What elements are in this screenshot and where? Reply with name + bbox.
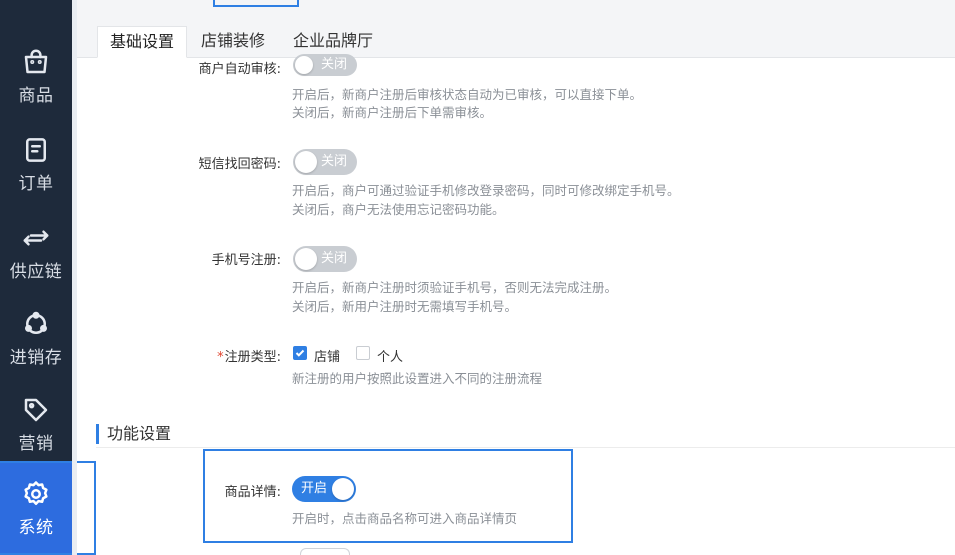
- toggle-knob: [295, 56, 313, 74]
- auto-review-help-off: 关闭后，新商户注册后下单需审核。: [292, 105, 493, 120]
- register-type-text: 注册类型:: [224, 350, 281, 365]
- shopping-bag-icon: [24, 49, 48, 73]
- phone-register-label: 手机号注册:: [211, 253, 281, 268]
- section-divider: [96, 447, 955, 448]
- sidebar-item-label: 订单: [18, 173, 54, 194]
- product-detail-help: 开启时，点击商品名称可进入商品详情页: [292, 511, 518, 526]
- register-type-label: *注册类型:: [81, 346, 281, 365]
- auto-review-toggle[interactable]: 关闭: [293, 54, 357, 76]
- next-toggle-partial[interactable]: [300, 548, 350, 555]
- network-nodes-icon: [24, 311, 48, 334]
- auto-review-label: 商户自动审核:: [198, 62, 281, 77]
- tab-basic-settings[interactable]: 基础设置: [97, 26, 188, 58]
- product-detail-toggle[interactable]: 开启: [292, 476, 356, 502]
- phone-register-help-on: 开启后，新商户注册时须验证手机号，否则无法完成注册。: [292, 280, 618, 295]
- auto-review-help-on: 开启后，新商户注册后审核状态自动为已审核，可以直接下单。: [292, 87, 643, 102]
- top-highlight-box: [213, 0, 299, 7]
- tab-bar: 基础设置 店铺装修 企业品牌厅: [77, 10, 955, 58]
- tab-store-decoration[interactable]: 店铺装修: [189, 26, 277, 58]
- phone-register-help-off: 关闭后，新用户注册时无需填写手机号。: [292, 299, 518, 314]
- toggle-knob: [332, 478, 354, 500]
- toggle-text: 关闭: [321, 154, 348, 169]
- register-type-help: 新注册的用户按照此设置进入不同的注册流程: [292, 371, 543, 386]
- sidebar-item-label: 商品: [18, 85, 54, 106]
- toggle-text: 关闭: [321, 57, 348, 72]
- sms-recover-help-off: 关闭后，商户无法使用忘记密码功能。: [292, 202, 505, 217]
- store-checkbox-label[interactable]: 店铺: [314, 346, 340, 365]
- swap-arrows-icon: [23, 230, 49, 245]
- sms-recover-help-on: 开启后，商户可通过验证手机修改登录密码，同时可修改绑定手机号。: [292, 183, 680, 198]
- sidebar-item-label: 系统: [18, 518, 54, 538]
- store-checkbox[interactable]: [293, 346, 307, 360]
- sidebar-item-inventory[interactable]: 进销存: [0, 298, 72, 378]
- personal-checkbox-label[interactable]: 个人: [377, 346, 403, 365]
- sidebar-item-system[interactable]: 系统: [0, 462, 72, 555]
- sms-recover-toggle[interactable]: 关闭: [293, 149, 357, 175]
- required-mark: *: [217, 350, 224, 365]
- toggle-text: 开启: [301, 481, 328, 496]
- gear-icon: [24, 481, 48, 505]
- sms-recover-label: 短信找回密码:: [198, 157, 281, 172]
- sidebar-item-label: 供应链: [9, 261, 63, 282]
- order-list-icon: [26, 137, 46, 162]
- toggle-knob: [295, 248, 317, 270]
- sidebar-item-supply-chain[interactable]: 供应链: [0, 212, 72, 292]
- toggle-text: 关闭: [321, 251, 348, 266]
- checkmark-icon: [295, 349, 305, 357]
- sidebar-item-products[interactable]: 商品: [0, 36, 72, 116]
- sidebar-item-orders[interactable]: 订单: [0, 124, 72, 204]
- toggle-knob: [295, 151, 317, 173]
- section-title: 功能设置: [96, 424, 171, 444]
- personal-checkbox[interactable]: [356, 346, 370, 360]
- sidebar-item-marketing[interactable]: 营销: [0, 384, 72, 464]
- price-tag-icon: [24, 398, 48, 421]
- sidebar-item-label: 营销: [18, 433, 54, 454]
- sidebar-item-label: 进销存: [9, 347, 63, 368]
- product-detail-label: 商品详情:: [224, 485, 281, 500]
- phone-register-toggle[interactable]: 关闭: [293, 246, 357, 272]
- sidebar: 商品 订单 供应链 进销存 营销 系统: [0, 0, 72, 555]
- sidebar-edge: [72, 0, 77, 555]
